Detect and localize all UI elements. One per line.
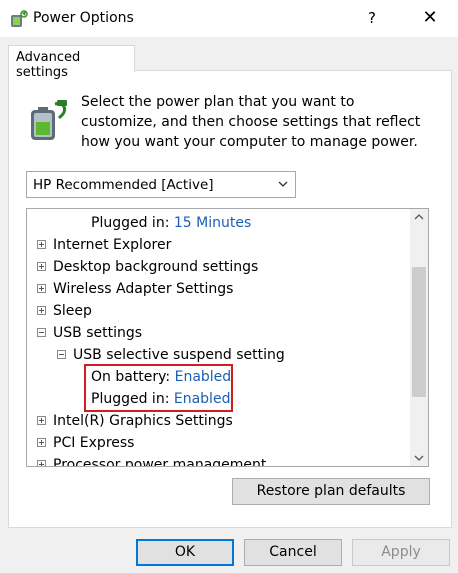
expand-icon[interactable]: [37, 438, 46, 447]
restore-plan-defaults-button[interactable]: Restore plan defaults: [232, 478, 430, 505]
tree-item-pci-express[interactable]: PCI Express: [37, 432, 134, 454]
settings-tree[interactable]: Plugged in: 15 Minutes Internet Explorer…: [26, 208, 429, 467]
expand-icon[interactable]: [37, 416, 46, 425]
power-options-icon: [11, 10, 28, 27]
expand-icon[interactable]: [37, 262, 46, 271]
scroll-thumb[interactable]: [412, 267, 426, 397]
tree-item-label: Intel(R) Graphics Settings: [53, 413, 233, 429]
tab-advanced-settings[interactable]: Advanced settings: [8, 45, 135, 80]
tree-item-internet-explorer[interactable]: Internet Explorer: [37, 234, 171, 256]
battery-plug-icon: [31, 100, 67, 140]
expand-icon[interactable]: [37, 460, 46, 466]
tree-row-label: Plugged in:: [91, 215, 170, 231]
tree-item-processor-power[interactable]: Processor power management: [37, 454, 267, 467]
expand-icon[interactable]: [37, 284, 46, 293]
title-bar: Power Options ? ✕: [0, 0, 458, 37]
tree-item-label: Sleep: [53, 303, 92, 319]
expand-icon[interactable]: [37, 240, 46, 249]
tree-row-plugged-in-partial[interactable]: Plugged in: 15 Minutes: [91, 212, 251, 234]
tree-item-label: Processor power management: [53, 457, 267, 467]
scroll-down-icon[interactable]: [414, 454, 424, 462]
help-button[interactable]: ?: [360, 6, 384, 30]
ok-button[interactable]: OK: [136, 539, 234, 566]
intro-text: Select the power plan that you want to c…: [81, 94, 421, 150]
expand-icon[interactable]: [37, 306, 46, 315]
collapse-icon[interactable]: [57, 350, 66, 359]
setting-value-link[interactable]: Enabled: [175, 369, 232, 385]
tree-row-label: On battery:: [91, 369, 171, 385]
setting-value-link[interactable]: 15 Minutes: [174, 215, 251, 231]
vertical-scrollbar[interactable]: [410, 209, 428, 466]
tree-row-on-battery[interactable]: On battery: Enabled: [91, 366, 231, 388]
window-title: Power Options: [33, 10, 134, 26]
tree-item-label: USB selective suspend setting: [73, 347, 285, 363]
close-button[interactable]: ✕: [416, 6, 444, 30]
tree-item-label: Internet Explorer: [53, 237, 172, 253]
tree-item-usb-settings[interactable]: USB settings: [37, 322, 142, 344]
tree-item-label: Desktop background settings: [53, 259, 259, 275]
tree-item-wireless-adapter[interactable]: Wireless Adapter Settings: [37, 278, 233, 300]
chevron-down-icon: [278, 181, 288, 187]
cancel-button[interactable]: Cancel: [244, 539, 342, 566]
tree-content: Plugged in: 15 Minutes Internet Explorer…: [27, 209, 407, 467]
tree-row-plugged-in[interactable]: Plugged in: Enabled: [91, 388, 230, 410]
tab-label: Advanced settings: [16, 50, 81, 80]
collapse-icon[interactable]: [37, 328, 46, 337]
scroll-up-icon[interactable]: [414, 213, 424, 221]
tree-item-label: PCI Express: [53, 435, 135, 451]
tree-item-intel-graphics[interactable]: Intel(R) Graphics Settings: [37, 410, 233, 432]
tree-item-label: Wireless Adapter Settings: [53, 281, 234, 297]
apply-button[interactable]: Apply: [352, 539, 450, 566]
tree-item-desktop-background[interactable]: Desktop background settings: [37, 256, 258, 278]
setting-value-link[interactable]: Enabled: [174, 391, 231, 407]
power-plan-select[interactable]: HP Recommended [Active]: [26, 171, 296, 198]
tree-item-usb-selective-suspend[interactable]: USB selective suspend setting: [57, 344, 285, 366]
tree-item-sleep[interactable]: Sleep: [37, 300, 92, 322]
tree-row-label: Plugged in:: [91, 391, 170, 407]
tree-item-label: USB settings: [53, 325, 143, 341]
power-plan-value: HP Recommended [Active]: [33, 177, 214, 193]
